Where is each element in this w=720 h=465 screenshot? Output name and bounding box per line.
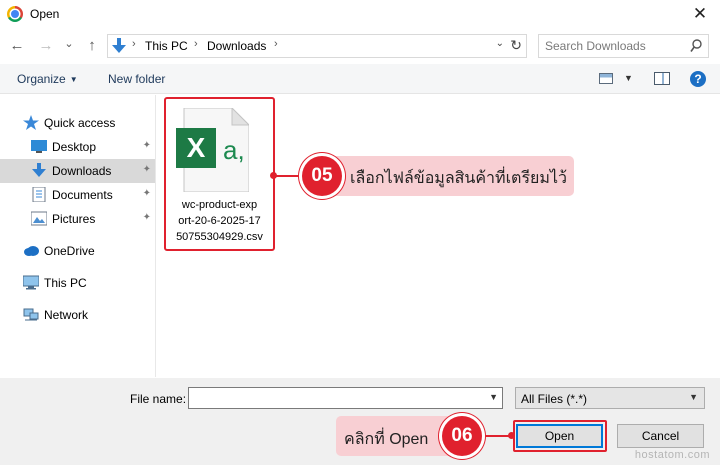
command-toolbar: Organize ▼ New folder ▼ ? — [0, 64, 720, 94]
pin-icon: ✦ — [142, 140, 151, 151]
organize-label: Organize — [17, 72, 66, 86]
breadcrumb-downloads[interactable]: Downloads — [207, 39, 266, 53]
forward-button[interactable]: → — [38, 35, 54, 57]
file-name-line: wc-product-exp — [181, 199, 258, 211]
view-options-caret-icon[interactable]: ▼ — [624, 73, 633, 83]
navigation-pane: Quick access Desktop ✦ Downloads ✦ Docum… — [0, 95, 156, 377]
instruction-text: เลือกไฟล์ข้อมูลสินค้าที่เตรียมไว้ — [350, 170, 567, 187]
callout-dot — [270, 172, 277, 179]
sidebar-item-label: OneDrive — [44, 244, 95, 258]
refresh-icon[interactable]: ↻ — [510, 37, 522, 54]
pin-icon: ✦ — [142, 212, 151, 223]
sidebar-item-desktop[interactable]: Desktop ✦ — [0, 135, 155, 159]
callout-connector — [274, 175, 303, 177]
chrome-icon — [7, 6, 23, 22]
change-view-icon[interactable] — [599, 73, 613, 84]
sidebar-item-documents[interactable]: Documents ✦ — [0, 183, 155, 207]
breadcrumb-separator: › — [194, 38, 198, 50]
sidebar-item-label: Pictures — [52, 212, 96, 226]
breadcrumb-separator: › — [132, 38, 136, 50]
open-button[interactable]: Open — [516, 424, 603, 448]
title-bar: Open ✕ — [0, 0, 720, 30]
instruction-text: คลิกที่ Open — [344, 431, 429, 448]
file-name-field-label: File name: — [130, 392, 187, 406]
organize-menu[interactable]: Organize ▼ — [17, 72, 78, 86]
star-icon — [23, 115, 39, 130]
callout-dot — [508, 432, 515, 439]
download-arrow-icon — [112, 38, 126, 53]
documents-icon — [32, 187, 46, 202]
breadcrumb-this-pc[interactable]: This PC — [145, 39, 188, 53]
sidebar-item-downloads[interactable]: Downloads ✦ — [0, 159, 155, 183]
search-box[interactable] — [538, 34, 709, 58]
close-button[interactable]: ✕ — [690, 4, 710, 24]
file-name-label: wc-product-exp ort-20-6-2025-17 50755304… — [166, 197, 273, 245]
cancel-button[interactable]: Cancel — [617, 424, 704, 448]
pin-icon: ✦ — [142, 164, 151, 175]
step-badge-06: 06 — [442, 416, 482, 456]
download-arrow-icon — [32, 163, 46, 177]
sidebar-item-label: Downloads — [52, 164, 112, 178]
sidebar-item-this-pc[interactable]: This PC — [0, 271, 155, 295]
chevron-down-icon: ▼ — [689, 392, 698, 402]
file-name-line: 50755304929.csv — [176, 231, 263, 243]
computer-icon — [23, 275, 39, 290]
network-icon — [23, 308, 39, 321]
file-type-value: All Files (*.*) — [521, 392, 588, 406]
up-button[interactable]: ↑ — [84, 35, 100, 57]
help-icon[interactable]: ? — [690, 71, 706, 87]
sidebar-item-label: Network — [44, 308, 89, 322]
preview-pane-icon[interactable] — [654, 72, 670, 85]
desktop-icon — [31, 140, 47, 153]
excel-csv-icon: X a, — [176, 108, 249, 192]
address-bar[interactable]: › This PC › Downloads › ⌄ ↻ — [107, 34, 527, 58]
csv-glyph: a, — [223, 135, 245, 165]
sidebar-item-label: Documents — [52, 188, 113, 202]
file-type-select[interactable]: All Files (*.*) ▼ — [515, 387, 705, 409]
new-folder-button[interactable]: New folder — [108, 72, 165, 86]
address-dropdown-icon[interactable]: ⌄ — [496, 38, 504, 49]
file-name-input[interactable]: ▼ — [188, 387, 503, 409]
sidebar-item-pictures[interactable]: Pictures ✦ — [0, 207, 155, 231]
recent-locations-button[interactable]: ⌄ — [62, 33, 76, 55]
breadcrumb-separator: › — [274, 38, 278, 50]
file-name-line: ort-20-6-2025-17 — [178, 215, 261, 227]
search-input[interactable] — [545, 38, 685, 54]
back-button[interactable]: ← — [9, 35, 25, 57]
instruction-callout-select-file: เลือกไฟล์ข้อมูลสินค้าที่เตรียมไว้ — [326, 156, 574, 196]
sidebar-item-label: This PC — [44, 276, 87, 290]
cloud-icon — [24, 246, 39, 256]
sidebar-item-label: Desktop — [52, 140, 97, 154]
pictures-icon — [31, 211, 47, 226]
excel-letter: X — [187, 132, 206, 163]
watermark: hostatom.com — [634, 449, 710, 461]
search-icon — [690, 39, 702, 52]
sidebar-item-quick-access[interactable]: Quick access — [0, 111, 155, 135]
caret-down-icon: ▼ — [69, 75, 78, 84]
chevron-down-icon[interactable]: ▼ — [489, 392, 498, 402]
sidebar-item-onedrive[interactable]: OneDrive — [0, 239, 155, 263]
window-title: Open — [30, 7, 60, 21]
pin-icon: ✦ — [142, 188, 151, 199]
step-badge-05: 05 — [302, 156, 342, 196]
sidebar-item-network[interactable]: Network — [0, 303, 155, 327]
sidebar-item-label: Quick access — [44, 116, 116, 130]
